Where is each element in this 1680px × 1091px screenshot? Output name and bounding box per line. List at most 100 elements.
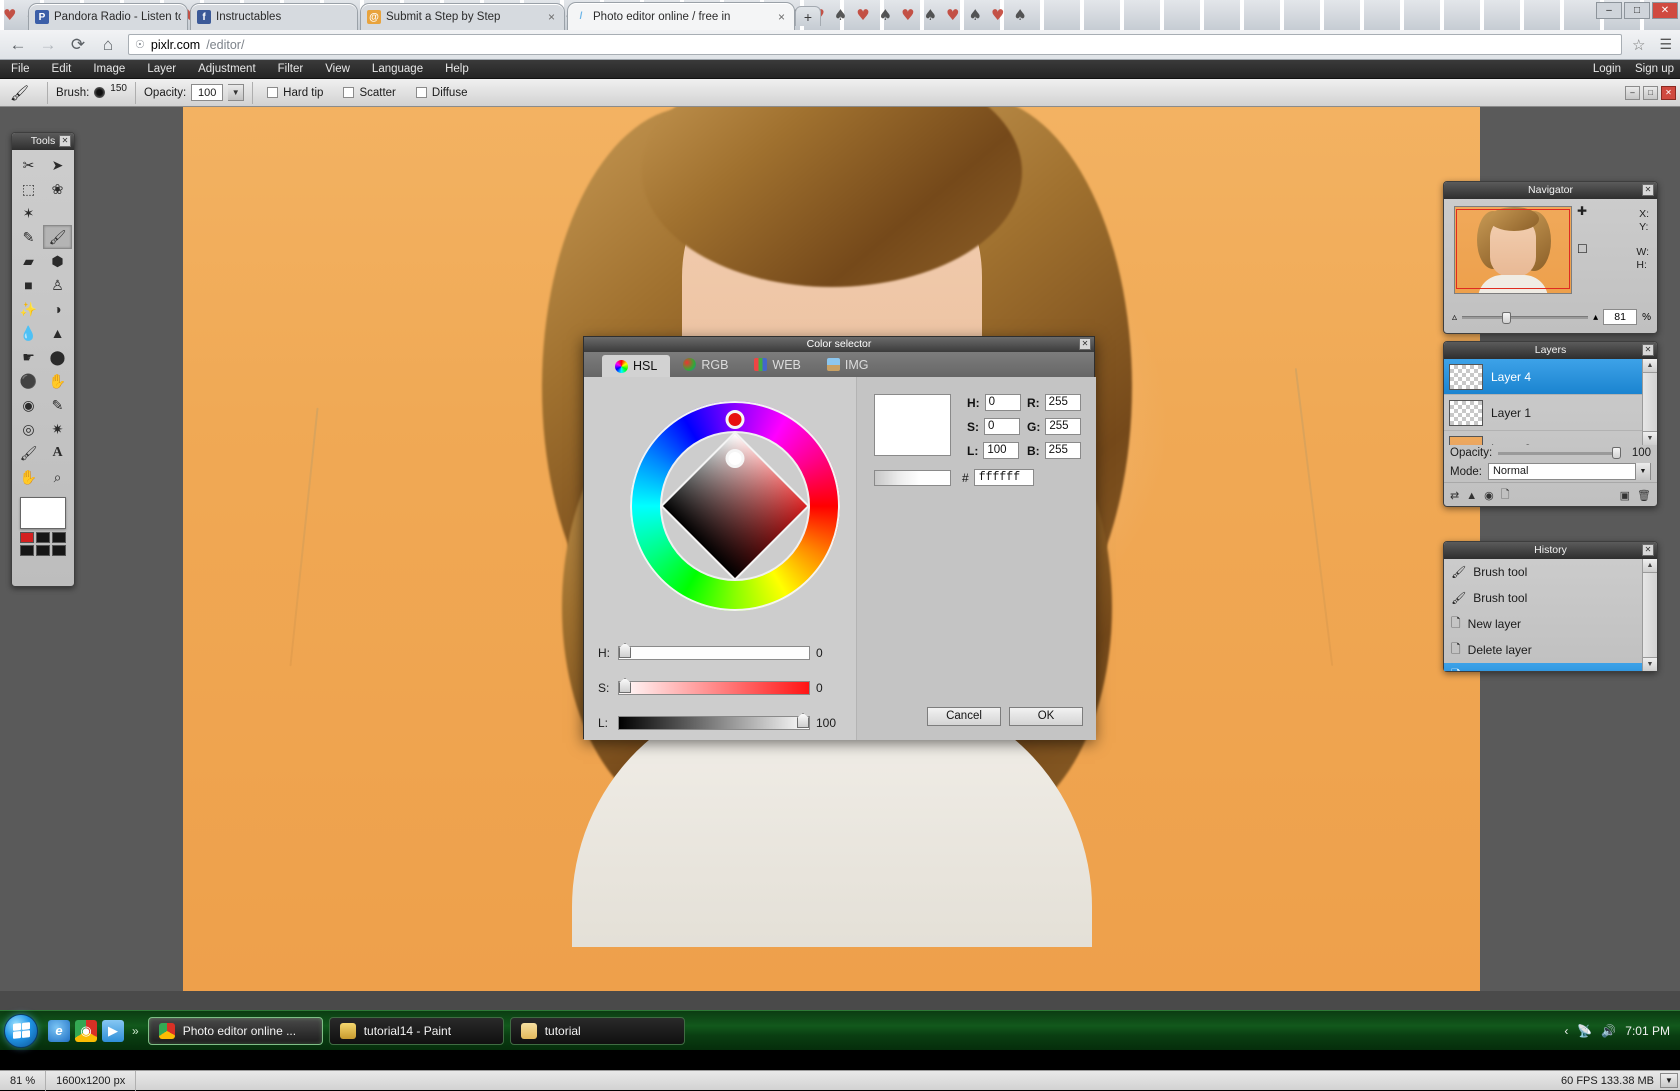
zoom-tool[interactable]: ⌕ — [43, 465, 72, 489]
foreground-color-swatch[interactable] — [20, 497, 66, 529]
chevron-down-icon[interactable]: ▼ — [228, 84, 245, 101]
swatch[interactable] — [52, 545, 66, 556]
marquee-select-tool[interactable]: ⬚ — [14, 177, 43, 201]
brush-tool[interactable]: 🖌 — [43, 225, 72, 249]
swatch[interactable] — [52, 532, 66, 543]
type-tool[interactable]: A — [43, 441, 72, 465]
zoom-out-icon[interactable]: ▵ — [1452, 312, 1457, 323]
editor-minimize-button[interactable]: – — [1625, 85, 1640, 100]
hex-input[interactable]: ffffff — [973, 469, 1034, 486]
move-tool[interactable]: ➤ — [43, 153, 72, 177]
sharpen-tool[interactable]: ▲ — [43, 321, 72, 345]
scroll-down-icon[interactable]: ▼ — [1643, 431, 1657, 445]
checkbox-icon[interactable] — [343, 87, 355, 98]
history-item[interactable]: 🖌 Brush tool — [1444, 585, 1657, 611]
zoom-value-input[interactable]: 81 — [1603, 309, 1638, 325]
opacity-control[interactable]: Opacity: 100 ▼ — [144, 84, 245, 101]
hand-tool[interactable]: ✋ — [14, 465, 43, 489]
editor-close-button[interactable]: ✕ — [1661, 85, 1676, 100]
editor-restore-button[interactable]: □ — [1643, 85, 1658, 100]
login-link[interactable]: Login — [1593, 63, 1621, 75]
menu-filter[interactable]: Filter — [267, 60, 315, 79]
chevron-down-icon[interactable]: ▼ — [1635, 463, 1650, 480]
opacity-slider-knob[interactable] — [1612, 446, 1621, 459]
paint-bucket-tool[interactable]: ⬢ — [43, 249, 72, 273]
lightness-slider-knob[interactable] — [797, 713, 809, 728]
red-eye-tool[interactable]: ◉ — [14, 393, 43, 417]
blue-input[interactable]: 255 — [1044, 442, 1081, 459]
forward-icon[interactable]: → — [38, 35, 58, 55]
hue-color-wheel[interactable] — [630, 401, 840, 611]
menu-layer[interactable]: Layer — [136, 60, 187, 79]
color-gradient-bar[interactable] — [874, 470, 951, 486]
lightness-input[interactable]: 100 — [983, 442, 1020, 459]
checkbox-icon[interactable] — [415, 87, 427, 98]
toggle-layer-icon[interactable]: ⇄ — [1450, 489, 1459, 502]
scroll-up-icon[interactable]: ▲ — [1643, 559, 1657, 573]
menu-edit[interactable]: Edit — [41, 60, 83, 79]
new-layer-icon[interactable]: ◉ — [1484, 489, 1494, 502]
taskbar-button-folder[interactable]: tutorial — [509, 1016, 685, 1045]
pencil-tool[interactable]: ✎ — [14, 225, 43, 249]
reload-icon[interactable]: ⟳ — [68, 35, 88, 55]
pinch-tool[interactable]: ✷ — [43, 417, 72, 441]
opacity-input[interactable]: 100 — [191, 84, 224, 101]
history-item[interactable]: 🗋 New layer — [1444, 611, 1657, 637]
start-button[interactable] — [4, 1013, 38, 1048]
minimize-button[interactable]: – — [1596, 2, 1622, 19]
saturation-slider-knob[interactable] — [619, 678, 631, 693]
browser-tab-0[interactable]: P Pandora Radio - Listen to F — [28, 3, 188, 30]
swatch[interactable] — [36, 532, 50, 543]
lightness-slider-track[interactable] — [618, 713, 810, 730]
close-tab-icon[interactable]: × — [548, 10, 558, 24]
chrome-icon[interactable]: ◉ — [75, 1019, 97, 1042]
color-picker-tool[interactable]: 🖌 — [14, 441, 43, 465]
hard-tip-checkbox[interactable]: Hard tip — [267, 87, 323, 99]
color-selector-dialog[interactable]: Color selector ✕ HSL RGB WEB IMG H: 0 S:… — [583, 336, 1096, 740]
maximize-button[interactable]: □ — [1624, 2, 1650, 19]
browser-tab-1[interactable]: f Instructables — [190, 3, 358, 30]
clock[interactable]: 7:01 PM — [1625, 1024, 1670, 1038]
scroll-down-icon[interactable]: ▼ — [1643, 657, 1657, 671]
tray-chevron-icon[interactable]: ‹ — [1564, 1024, 1568, 1038]
bookmark-star-icon[interactable]: ☆ — [1632, 36, 1645, 54]
checkbox-icon[interactable] — [267, 87, 279, 98]
navigator-viewport-rect[interactable] — [1456, 209, 1570, 289]
gradient-tool[interactable]: ■ — [14, 273, 43, 297]
close-icon[interactable]: ✕ — [1642, 544, 1654, 556]
layers-scrollbar[interactable]: ▲ ▼ — [1642, 359, 1657, 445]
status-scroll-arrow[interactable]: ▼ — [1660, 1073, 1678, 1088]
blend-mode-select[interactable]: Normal ▼ — [1487, 463, 1651, 480]
scroll-up-icon[interactable]: ▲ — [1643, 359, 1657, 373]
sl-marker[interactable] — [725, 449, 745, 468]
close-icon[interactable]: ✕ — [1079, 338, 1091, 350]
taskbar-button-paint[interactable]: tutorial14 - Paint — [328, 1016, 504, 1045]
duplicate-layer-icon[interactable]: 🗋 — [1501, 486, 1510, 505]
hue-slider-track[interactable] — [618, 643, 810, 660]
drawing-tool[interactable]: ◑ — [43, 297, 72, 321]
swatch[interactable] — [20, 545, 34, 556]
layers-panel-title[interactable]: Layers ✕ — [1444, 342, 1657, 359]
history-panel-title[interactable]: History ✕ — [1444, 542, 1657, 559]
back-icon[interactable]: ← — [8, 35, 28, 55]
menu-file[interactable]: File — [0, 60, 41, 79]
bloat-tool[interactable]: ◎ — [14, 417, 43, 441]
tab-rgb[interactable]: RGB — [670, 352, 741, 377]
internet-explorer-icon[interactable]: e — [48, 1019, 70, 1042]
hue-slider-knob[interactable] — [619, 643, 631, 658]
swatch[interactable] — [36, 545, 50, 556]
close-tab-icon[interactable]: × — [778, 10, 788, 24]
close-window-button[interactable]: ✕ — [1652, 2, 1678, 19]
menu-view[interactable]: View — [314, 60, 361, 79]
taskbar-button-chrome[interactable]: Photo editor online ... — [147, 1016, 323, 1045]
navigator-thumbnail[interactable] — [1454, 206, 1572, 294]
ok-button[interactable]: OK — [1009, 707, 1083, 726]
layer-row[interactable]: Layer 0 ☑ — [1444, 431, 1657, 445]
history-item[interactable]: 🗋 New layer — [1444, 663, 1657, 671]
spot-heal-tool[interactable]: ✎ — [43, 393, 72, 417]
delete-layer-icon[interactable]: 🗑 — [1637, 489, 1651, 502]
lasso-tool[interactable]: ❀ — [43, 177, 72, 201]
menu-image[interactable]: Image — [82, 60, 136, 79]
history-item[interactable]: 🗋 Delete layer — [1444, 637, 1657, 663]
browser-tab-3[interactable]: / Photo editor online / free in × — [567, 2, 795, 30]
